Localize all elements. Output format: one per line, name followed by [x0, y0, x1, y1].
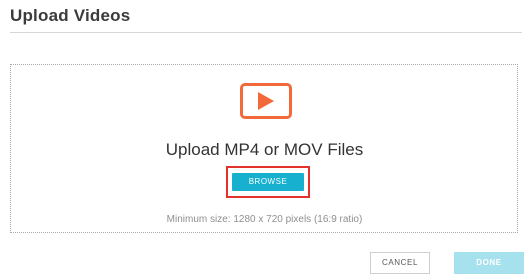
done-button[interactable]: DONE — [454, 252, 524, 274]
upload-heading: Upload MP4 or MOV Files — [165, 140, 364, 159]
minimum-size-hint: Minimum size: 1280 x 720 pixels (16:9 ra… — [166, 214, 363, 225]
video-play-icon — [240, 83, 292, 119]
play-triangle-icon — [258, 92, 274, 110]
cancel-button[interactable]: CANCEL — [370, 252, 430, 274]
dialog-title: Upload Videos — [10, 6, 131, 25]
browse-button[interactable]: BROWSE — [232, 173, 304, 191]
header-divider — [10, 32, 522, 33]
